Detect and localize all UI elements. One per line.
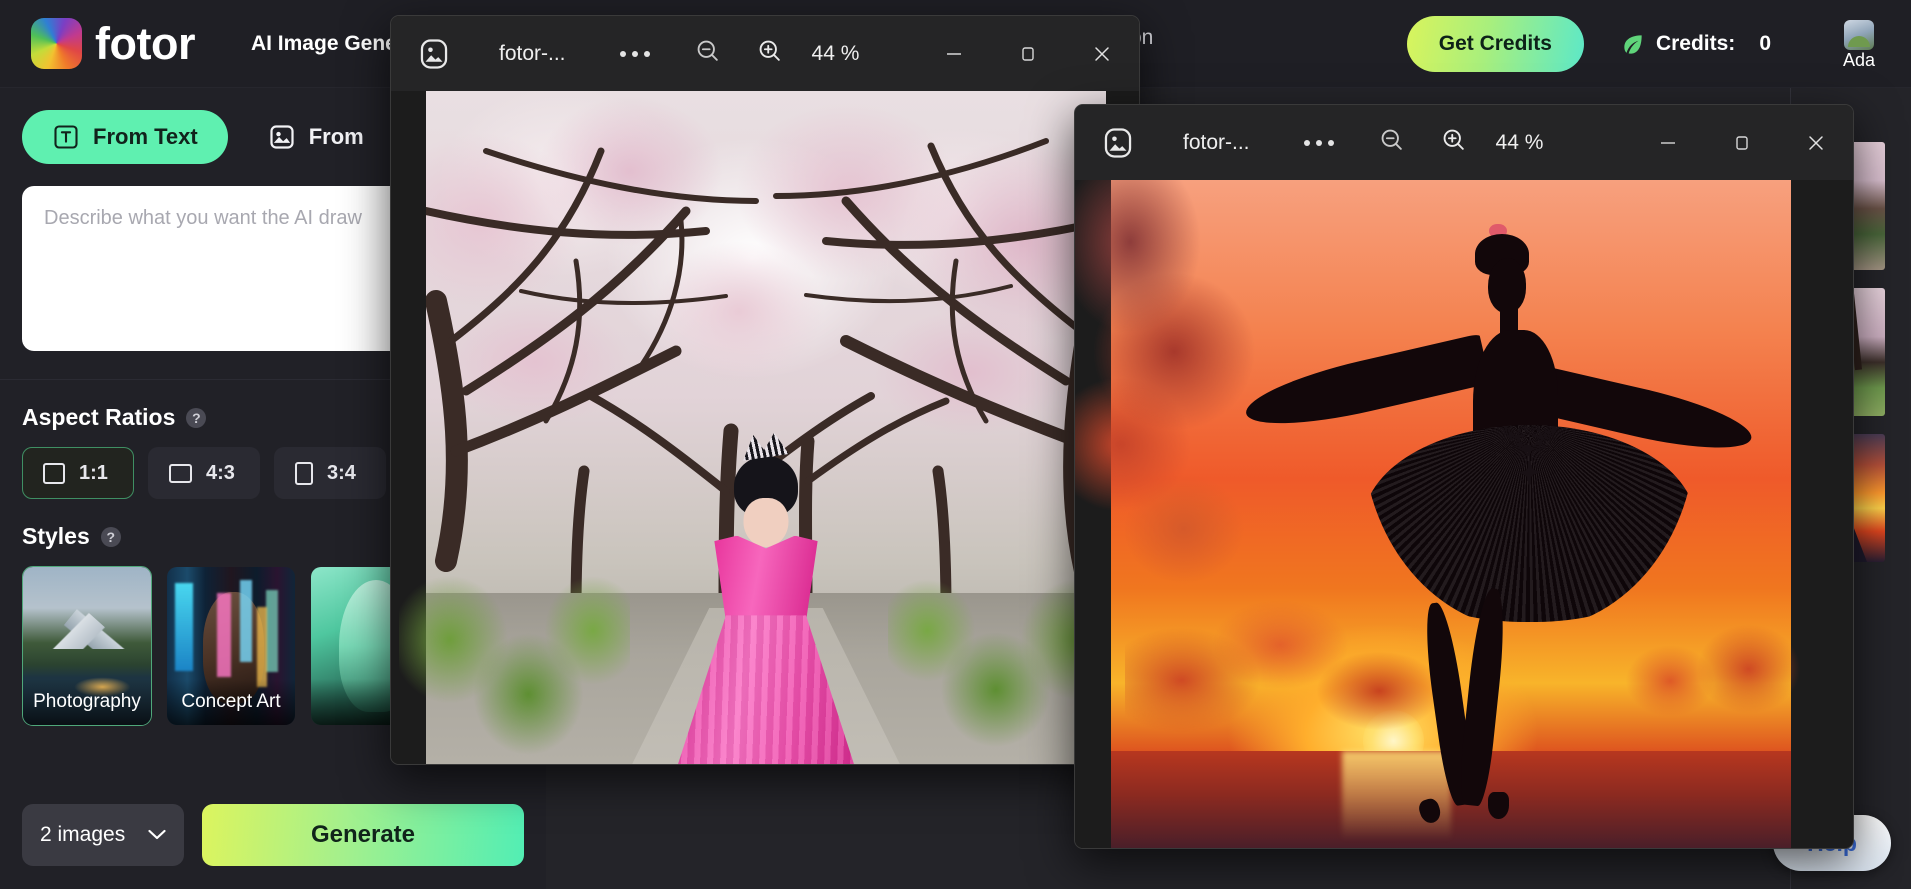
aspect-ratio-1-1-label: 1:1 (79, 462, 108, 485)
tab-from-image-label: From (309, 124, 364, 150)
fotor-color-wheel-logo-icon (31, 18, 82, 69)
dancer-back-shoe (1417, 796, 1444, 826)
square-glyph-icon (43, 463, 65, 484)
user-account[interactable]: Ada (1829, 20, 1889, 69)
style-card-photography[interactable]: Photography (22, 566, 152, 726)
generate-bar: 2 images Generate (0, 780, 546, 889)
viewer-sunset-body[interactable] (1075, 180, 1853, 849)
image-count-select[interactable]: 2 images (22, 804, 184, 866)
header-actions: Get Credits Credits: 0 Ada (1407, 0, 1911, 88)
styles-help-icon[interactable]: ? (101, 527, 121, 547)
viewer-sunset-filename: fotor-... (1183, 131, 1250, 155)
main-nav: AI Image Gene (251, 32, 397, 56)
aspect-ratio-1-1[interactable]: 1:1 (22, 447, 134, 499)
zoom-in-icon[interactable] (756, 37, 784, 70)
aspect-ratio-3-4[interactable]: 3:4 (274, 447, 386, 499)
maximize-icon[interactable] (1705, 105, 1779, 180)
styles-title: Styles (22, 523, 90, 550)
viewer-sakura-filename: fotor-... (499, 42, 566, 66)
viewer-sunset-image (1111, 180, 1791, 849)
aspect-ratio-title: Aspect Ratios (22, 404, 175, 431)
photo-viewer-sunset[interactable]: fotor-... 44 % (1074, 104, 1854, 849)
viewer-sakura-window-controls (917, 16, 1139, 91)
viewer-sunset-window-controls (1631, 105, 1853, 180)
aspect-ratio-4-3-label: 4:3 (206, 462, 235, 485)
dancer-front-shoe (1488, 792, 1508, 819)
minimize-icon[interactable] (917, 16, 991, 91)
brand-logo[interactable]: fotor (31, 18, 195, 69)
chevron-down-icon (148, 829, 166, 840)
aspect-ratio-4-3[interactable]: 4:3 (148, 447, 260, 499)
text-tool-icon (52, 123, 80, 151)
zoom-out-icon[interactable] (694, 37, 722, 70)
credits-display[interactable]: Credits: 0 (1620, 31, 1771, 57)
photo-viewer-sakura[interactable]: fotor-... 44 % (390, 15, 1140, 765)
screen-root: fotor AI Image Gene on Get Credits Credi… (0, 0, 1911, 889)
viewer-sakura-titlebar[interactable]: fotor-... 44 % (391, 16, 1139, 91)
dancer-left-arm (1241, 334, 1491, 439)
photos-app-icon (417, 37, 451, 71)
woman-bodice (714, 536, 817, 627)
credits-label: Credits: (1656, 32, 1735, 56)
close-icon[interactable] (1779, 105, 1853, 180)
dancer-tutu (1363, 425, 1696, 622)
viewer-sunset-zoom-level: 44 % (1496, 131, 1544, 155)
sakura-woman-figure (661, 456, 872, 765)
portrait-glyph-icon (295, 462, 313, 485)
leaf-icon (1620, 31, 1646, 57)
zoom-in-icon[interactable] (1440, 126, 1468, 159)
photos-app-icon (1101, 126, 1135, 160)
style-card-concept-art-label: Concept Art (167, 679, 295, 725)
generate-button[interactable]: Generate (202, 804, 524, 866)
landscape-glyph-icon (169, 464, 192, 483)
image-tool-icon (268, 123, 296, 151)
maximize-icon[interactable] (991, 16, 1065, 91)
aspect-ratio-help-icon[interactable]: ? (186, 408, 206, 428)
avatar-name: Ada (1843, 51, 1875, 69)
avatar (1844, 20, 1874, 50)
tab-from-text-label: From Text (93, 124, 198, 150)
get-credits-button[interactable]: Get Credits (1407, 16, 1584, 72)
more-options-icon[interactable] (1304, 140, 1334, 146)
viewer-sakura-body[interactable] (391, 91, 1139, 765)
ballerina-silhouette (1111, 180, 1791, 849)
nav-ai-image-generator[interactable]: AI Image Gene (251, 32, 397, 56)
aspect-ratio-3-4-label: 3:4 (327, 462, 356, 485)
more-options-icon[interactable] (620, 51, 650, 57)
sakura-hedge-left (399, 562, 630, 765)
close-icon[interactable] (1065, 16, 1139, 91)
zoom-out-icon[interactable] (1378, 126, 1406, 159)
style-card-photography-label: Photography (23, 679, 151, 725)
tab-from-text[interactable]: From Text (22, 110, 228, 164)
viewer-sunset-titlebar[interactable]: fotor-... 44 % (1075, 105, 1853, 180)
viewer-sakura-image (426, 91, 1106, 765)
image-count-label: 2 images (40, 823, 125, 847)
credits-value: 0 (1759, 32, 1771, 56)
style-card-concept-art[interactable]: Concept Art (166, 566, 296, 726)
minimize-icon[interactable] (1631, 105, 1705, 180)
brand-name: fotor (95, 21, 195, 66)
dancer-front-leg (1457, 587, 1509, 807)
viewer-sakura-zoom-level: 44 % (812, 42, 860, 66)
tab-from-image[interactable]: From (238, 110, 394, 164)
woman-skirt (661, 615, 872, 765)
woman-face (744, 498, 788, 547)
